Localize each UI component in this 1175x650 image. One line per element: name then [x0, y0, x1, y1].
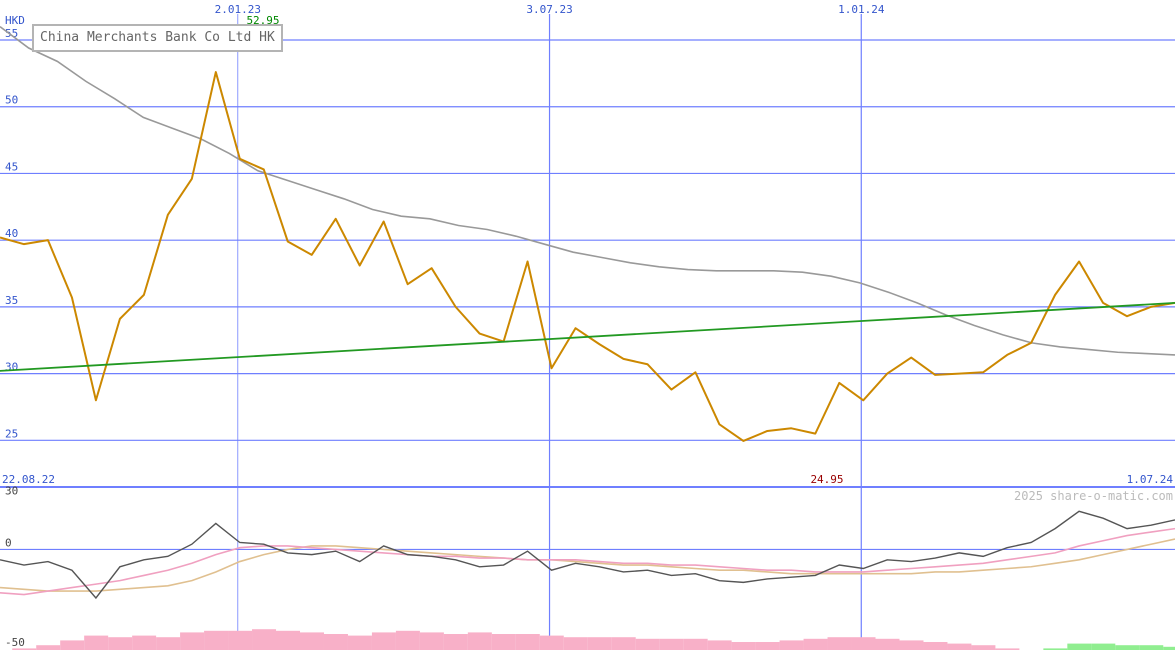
histogram-bar	[84, 635, 109, 650]
histogram-bar	[36, 645, 61, 650]
histogram-bar	[683, 638, 708, 650]
histogram-bar	[635, 638, 660, 650]
y-tick-label: 40	[5, 227, 18, 240]
histogram-bar	[659, 638, 684, 650]
x-tick-label: 1.01.24	[838, 3, 885, 16]
oscillator-line	[0, 510, 1175, 600]
chart-title: China Merchants Bank Co Ltd HK	[32, 24, 283, 52]
histogram-bar	[228, 630, 253, 650]
indicator-grid: 30 0 -50	[0, 484, 1175, 649]
histogram-bar	[276, 630, 301, 650]
moving-average	[0, 26, 1175, 356]
histogram-bar	[611, 637, 636, 650]
histogram-bar	[971, 645, 996, 650]
histogram-bar	[395, 630, 420, 650]
histogram-bar	[132, 635, 157, 650]
histogram-bar	[515, 634, 540, 650]
histogram-bar	[875, 638, 900, 650]
histogram-bar	[443, 634, 468, 650]
y-tick-label: 35	[5, 294, 18, 307]
histogram-bar	[491, 634, 516, 650]
histogram-bar	[60, 640, 85, 650]
histogram-bar	[180, 632, 205, 650]
price-line	[0, 71, 1175, 442]
histogram-bar	[371, 632, 396, 650]
histogram-bar	[467, 632, 492, 650]
x-start-label: 22.08.22	[2, 473, 55, 486]
indicator-tick-label: 30	[5, 484, 18, 497]
indicator-lines	[0, 510, 1175, 600]
histogram-bar	[587, 637, 612, 650]
price-series	[0, 71, 1175, 442]
histogram-bar	[803, 638, 828, 650]
histogram-bar	[299, 632, 324, 650]
histogram-bar	[1091, 643, 1116, 650]
histogram-bar	[779, 640, 804, 650]
indicator-tick-label: 0	[5, 536, 12, 549]
histogram-bar	[827, 637, 852, 650]
histogram-bar	[707, 640, 732, 650]
histogram-bar	[539, 635, 564, 650]
min-price-label: 24.95	[810, 473, 843, 486]
histogram-bar	[1115, 645, 1140, 650]
x-end-label: 1.07.24	[1127, 473, 1174, 486]
histogram-bar	[108, 637, 133, 650]
histogram-bar	[156, 637, 181, 650]
histogram-bar	[1067, 643, 1092, 650]
histogram-bar	[731, 642, 756, 650]
histogram-bar	[347, 635, 372, 650]
histogram-bar	[755, 642, 780, 650]
histogram-bar	[851, 637, 876, 650]
y-tick-label: 50	[5, 94, 18, 107]
y-tick-label: 25	[5, 427, 18, 440]
y-tick-label: 45	[5, 160, 18, 173]
histogram-bar	[323, 634, 348, 650]
histogram-bar	[1139, 645, 1164, 650]
indicator-tick-label: -50	[5, 636, 25, 649]
histogram-bar	[899, 640, 924, 650]
watermark: 2025 share-o-matic.com	[1014, 489, 1173, 503]
y-tick-label: 30	[5, 361, 18, 374]
signal-trend-lines	[0, 301, 1175, 372]
histogram-bar	[204, 630, 229, 650]
x-tick-label: 3.07.23	[526, 3, 572, 16]
price-grid: 555045403530252.01.23 3.07.23 1.01.24	[0, 3, 1175, 650]
histogram-bar	[419, 632, 444, 650]
histogram-bar	[563, 637, 588, 650]
histogram-bar	[923, 642, 948, 650]
currency-label: HKD	[5, 14, 25, 27]
stock-chart: 555045403530252.01.23 3.07.23 1.01.24 300-…	[0, 3, 1175, 650]
histogram-bar	[947, 643, 972, 650]
histogram-bar	[252, 629, 277, 650]
axis-labels: HKD 22.08.22 1.07.24 52.95 24.95 2025 sh…	[2, 14, 1173, 503]
indicator-histogram	[12, 629, 1175, 650]
moving-average-line	[0, 26, 1175, 356]
